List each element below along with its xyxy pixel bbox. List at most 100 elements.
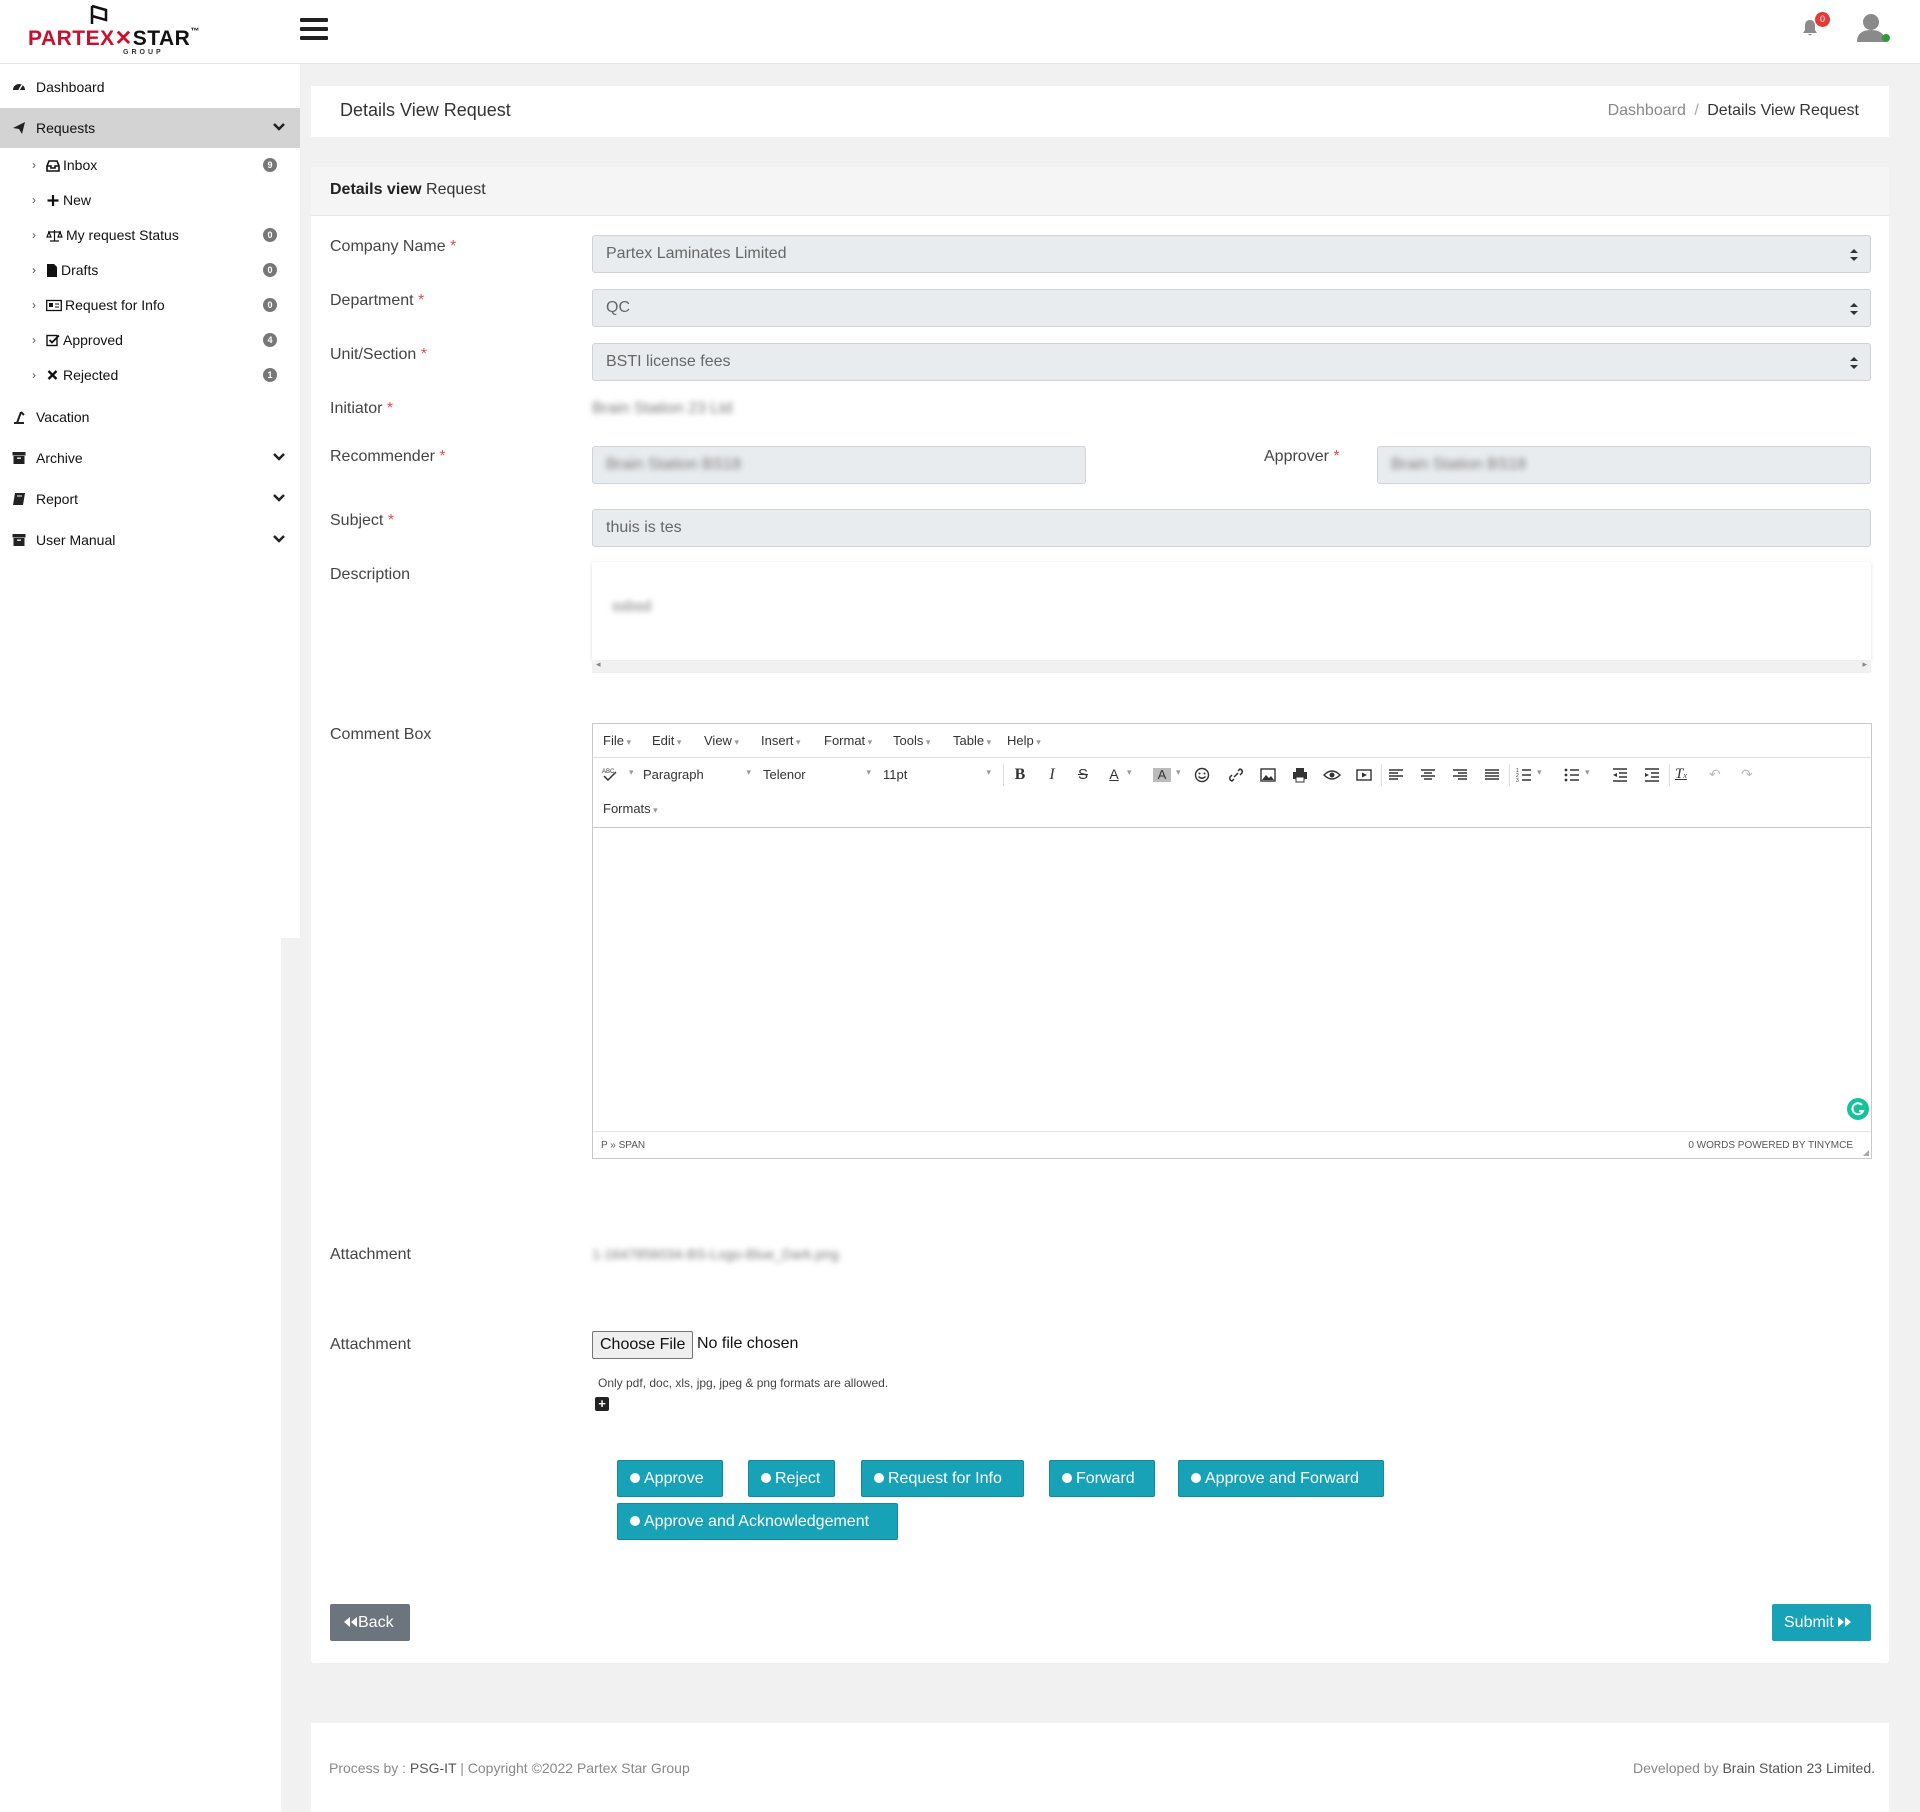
menu-toggle-icon[interactable] — [300, 18, 328, 42]
text-color-icon[interactable]: A — [1105, 766, 1123, 784]
editor-statusbar: P » SPAN 0 WORDS POWERED BY TINYMCE ◢ — [593, 1131, 1871, 1158]
sidebar-subitem-rejected[interactable]: › Rejected 1 — [0, 358, 300, 392]
menu-view[interactable]: View — [704, 733, 739, 748]
align-center-icon[interactable] — [1419, 766, 1437, 784]
times-icon — [47, 369, 58, 380]
department-label: Department * — [330, 292, 425, 309]
approve-and-forward-button[interactable]: Approve and Forward — [1178, 1460, 1384, 1497]
sidebar-item-vacation[interactable]: Vacation — [0, 397, 300, 437]
background-color-dropdown-icon[interactable]: ▾ — [1176, 767, 1181, 778]
approve-button[interactable]: Approve — [617, 1460, 723, 1497]
breadcrumb-separator: / — [1694, 102, 1699, 119]
department-select[interactable]: QC — [592, 289, 1871, 327]
block-format-select[interactable]: Paragraph ▾ — [643, 767, 751, 782]
svg-text:3: 3 — [1516, 778, 1519, 784]
preview-icon[interactable] — [1323, 766, 1341, 784]
menu-format[interactable]: Format — [824, 733, 872, 748]
print-icon[interactable] — [1291, 766, 1309, 784]
scroll-left-icon[interactable]: ◂ — [596, 659, 601, 670]
scroll-right-icon[interactable]: ▸ — [1862, 659, 1867, 670]
font-size-select[interactable]: 11pt ▾ — [883, 767, 991, 782]
select-caret-icon — [1850, 303, 1858, 315]
reject-button[interactable]: Reject — [748, 1460, 835, 1497]
menu-insert[interactable]: Insert — [761, 733, 801, 748]
back-button[interactable]: Back — [330, 1604, 410, 1641]
menu-edit[interactable]: Edit — [652, 733, 681, 748]
sidebar-item-requests[interactable]: Requests — [0, 108, 300, 148]
sidebar-item-report[interactable]: Report — [0, 479, 300, 519]
indent-icon[interactable] — [1643, 766, 1661, 784]
bullet-list-icon[interactable] — [1563, 766, 1581, 784]
approver-label: Approver * — [1264, 448, 1340, 465]
italic-icon[interactable]: I — [1043, 766, 1061, 784]
spellcheck-icon[interactable]: ABC — [601, 766, 619, 784]
chevron-right-icon: › — [32, 193, 36, 207]
horizontal-scrollbar[interactable]: ◂ ▸ — [592, 659, 1871, 673]
company-select[interactable]: Partex Laminates Limited — [592, 235, 1871, 273]
media-icon[interactable] — [1355, 766, 1373, 784]
initiator-label: Initiator * — [330, 400, 394, 417]
align-justify-icon[interactable] — [1483, 766, 1501, 784]
menu-tools[interactable]: Tools — [893, 733, 930, 748]
submit-button[interactable]: Submit — [1772, 1604, 1871, 1641]
request-for-info-button[interactable]: Request for Info — [861, 1460, 1024, 1497]
formats-dropdown[interactable]: Formats ▾ — [603, 801, 658, 816]
menu-table[interactable]: Table — [953, 733, 991, 748]
redo-icon[interactable]: ↷ — [1741, 766, 1759, 784]
sidebar-subitem-approved[interactable]: › Approved 4 — [0, 323, 300, 357]
undo-icon[interactable]: ↶ — [1709, 766, 1727, 784]
emoticons-icon[interactable] — [1193, 766, 1211, 784]
sidebar-item-archive[interactable]: Archive — [0, 438, 300, 478]
align-right-icon[interactable] — [1451, 766, 1469, 784]
comment-editor: File Edit View Insert Format Tools Table… — [592, 723, 1872, 1159]
sidebar-subitem-my-request-status[interactable]: › My request Status 0 — [0, 218, 300, 252]
sidebar-item-user-manual[interactable]: User Manual — [0, 520, 300, 560]
bullet-list-dropdown-icon[interactable]: ▾ — [1585, 767, 1590, 778]
toolbar-divider — [1381, 764, 1382, 786]
unit-select[interactable]: BSTI license fees — [592, 343, 1871, 381]
approve-and-acknowledgement-button[interactable]: Approve and Acknowledgement — [617, 1503, 898, 1540]
plus-icon — [47, 194, 59, 206]
count-badge: 0 — [263, 298, 277, 312]
menu-file[interactable]: File — [603, 733, 631, 748]
text-color-dropdown-icon[interactable]: ▾ — [1127, 767, 1132, 778]
sidebar-item-dashboard[interactable]: Dashboard — [0, 67, 300, 107]
subject-input[interactable]: thuis is tes — [592, 509, 1871, 547]
align-left-icon[interactable] — [1387, 766, 1405, 784]
footer-copyright: Process by : PSG-IT | Copyright ©2022 Pa… — [329, 1760, 690, 1776]
sidebar-subitem-drafts[interactable]: › Drafts 0 — [0, 253, 300, 287]
bold-icon[interactable]: B — [1011, 766, 1029, 784]
resize-handle-icon[interactable]: ◢ — [1863, 1148, 1869, 1157]
add-attachment-icon[interactable]: + — [595, 1397, 609, 1411]
chevron-right-icon: › — [32, 298, 36, 312]
partex-star-logo[interactable]: PARTEX✕STAR™ GROUP — [28, 4, 199, 56]
attachment-file-link[interactable]: 1-1647856034-BS-Logo-Blue_Dark.png — [592, 1246, 839, 1262]
spellcheck-dropdown-icon[interactable]: ▾ — [629, 767, 634, 778]
page-header: Details View Request Dashboard / Details… — [311, 86, 1889, 137]
clear-formatting-icon[interactable]: Tx — [1675, 766, 1693, 784]
sidebar-subitem-request-for-info[interactable]: › Request for Info 0 — [0, 288, 300, 322]
logo-group-text: GROUP — [123, 49, 164, 56]
recommender-field[interactable]: Brain Station BS18 — [592, 446, 1086, 484]
sidebar-subitem-new[interactable]: › New — [0, 183, 300, 217]
approver-field[interactable]: Brain Station BS18 — [1377, 446, 1871, 484]
grammarly-icon[interactable] — [1847, 1098, 1869, 1120]
comment-label: Comment Box — [330, 726, 432, 743]
editor-content-area[interactable] — [593, 827, 1871, 1130]
sidebar: Dashboard Requests › Inbox 9 › New › My … — [0, 64, 300, 938]
strikethrough-icon[interactable]: S — [1074, 766, 1092, 784]
toolbar-divider — [1509, 764, 1510, 786]
image-icon[interactable] — [1259, 766, 1277, 784]
chevron-down-icon — [273, 535, 285, 543]
choose-file-button[interactable]: Choose File — [592, 1331, 694, 1359]
forward-button[interactable]: Forward — [1049, 1460, 1155, 1497]
link-icon[interactable] — [1227, 766, 1245, 784]
numbered-list-icon[interactable]: 123 — [1515, 766, 1533, 784]
font-family-select[interactable]: Telenor ▾ — [763, 767, 871, 782]
menu-help[interactable]: Help — [1007, 733, 1041, 748]
breadcrumb-home-link[interactable]: Dashboard — [1608, 102, 1686, 119]
background-color-icon[interactable]: A — [1153, 768, 1171, 782]
numbered-list-dropdown-icon[interactable]: ▾ — [1537, 767, 1542, 778]
outdent-icon[interactable] — [1611, 766, 1629, 784]
sidebar-subitem-inbox[interactable]: › Inbox 9 — [0, 148, 300, 182]
